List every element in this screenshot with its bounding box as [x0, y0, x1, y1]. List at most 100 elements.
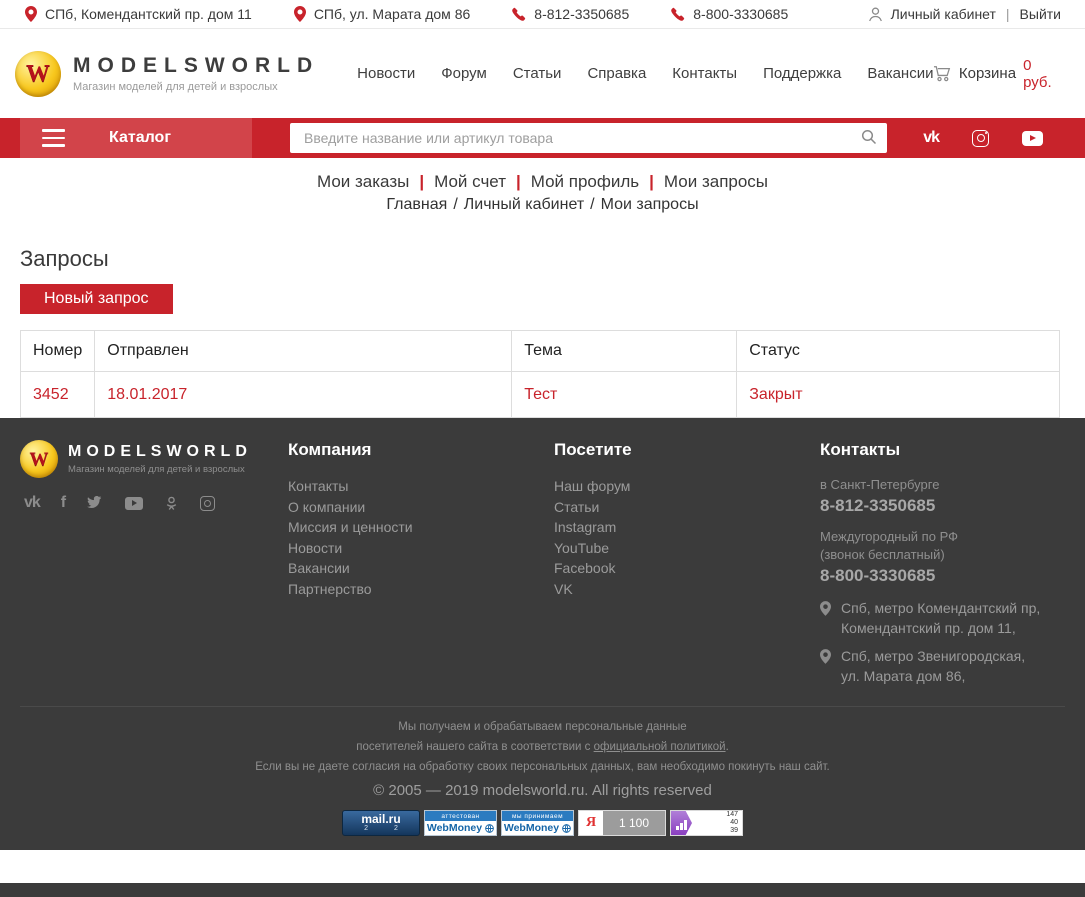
breadcrumb-account[interactable]: Личный кабинет [464, 196, 584, 213]
twitter-icon[interactable] [87, 496, 104, 510]
account-nav-balance[interactable]: Мой счет [434, 172, 506, 191]
cart-total: 0 руб. [1023, 57, 1063, 91]
nav-vacancies[interactable]: Вакансии [867, 65, 933, 82]
brand-name: MODELSWORLD [68, 443, 252, 461]
phone-text: 8-812-3350685 [534, 6, 629, 22]
privacy-text: посетителей нашего сайта в соответствии … [356, 741, 593, 753]
mailru-logo: mail.ru [361, 813, 400, 825]
footer-brand-column: W MODELSWORLD Магазин моделей для детей … [20, 440, 288, 686]
webmoney-attested-label: аттестован [425, 811, 496, 821]
logo-icon: W [15, 51, 61, 97]
mailru-rating-badge[interactable]: mail.ru 2 2 [342, 810, 420, 836]
column-heading: Компания [288, 440, 554, 460]
nav-forum[interactable]: Форум [441, 65, 487, 82]
logout-link[interactable]: Выйти [1020, 6, 1061, 22]
brand-tagline: Магазин моделей для детей и взрослых [73, 81, 319, 93]
footer-logo[interactable]: W MODELSWORLD Магазин моделей для детей … [20, 440, 288, 478]
footer-link-vacancies[interactable]: Вакансии [288, 560, 350, 576]
user-icon [868, 7, 883, 22]
footer-link-youtube[interactable]: YouTube [554, 540, 609, 556]
nav-contacts[interactable]: Контакты [672, 65, 737, 82]
footer-link-news[interactable]: Новости [288, 540, 342, 556]
table-header-row: Номер Отправлен Тема Статус [21, 331, 1060, 372]
search-input[interactable] [290, 123, 887, 153]
footer-link-vk[interactable]: VK [554, 581, 573, 597]
footer-link-contacts[interactable]: Контакты [288, 478, 348, 494]
catalog-bar: Каталог [0, 118, 1085, 158]
breadcrumb: Главная/Личный кабинет/Мои запросы [0, 196, 1085, 214]
brand-name: MODELSWORLD [73, 54, 319, 78]
webmoney-attested-badge[interactable]: аттестован WebMoney [424, 810, 497, 836]
column-header-status: Статус [737, 331, 1060, 372]
search-icon [861, 129, 877, 145]
yandex-counter: 1 100 [603, 811, 665, 835]
separator: | [419, 172, 424, 191]
store-address-2[interactable]: СПб, ул. Марата дом 86 [294, 6, 470, 22]
privacy-line-2: посетителей нашего сайта в соответствии … [20, 737, 1065, 757]
footer-company-column: Компания Контакты О компании Миссия и це… [288, 440, 554, 686]
nav-news[interactable]: Новости [357, 65, 415, 82]
facebook-icon[interactable] [61, 494, 66, 512]
logo[interactable]: W MODELSWORLD Магазин моделей для детей … [15, 51, 319, 97]
odnoklassniki-icon[interactable] [164, 496, 179, 511]
footer-address-2: Спб, метро Звенигородская, ул. Марата до… [820, 646, 1065, 686]
vk-icon[interactable] [923, 129, 939, 147]
vk-icon[interactable] [24, 494, 40, 512]
cart[interactable]: Корзина 0 руб. [933, 57, 1063, 91]
footer-link-instagram[interactable]: Instagram [554, 519, 616, 535]
footer-link-articles[interactable]: Статьи [554, 499, 599, 515]
phone-intl-label: Междугородный по РФ [820, 528, 1065, 546]
instagram-icon[interactable] [972, 130, 989, 147]
footer-phone-free: 8-800-3330685 [820, 566, 1065, 586]
youtube-icon[interactable] [125, 497, 143, 510]
footer-link-mission[interactable]: Миссия и ценности [288, 519, 413, 535]
hamburger-icon [42, 129, 65, 147]
address-line: Комендантский пр. дом 11, [841, 618, 1040, 638]
search-button[interactable] [857, 126, 881, 150]
separator: | [649, 172, 654, 191]
webmoney-accepted-label: мы принимаем [502, 811, 573, 821]
nav-help[interactable]: Справка [587, 65, 646, 82]
account-nav-requests[interactable]: Мои запросы [664, 172, 768, 191]
spacer [0, 850, 1085, 883]
request-number[interactable]: 3452 [21, 372, 95, 418]
yandex-metrika-badge[interactable]: Я 1 100 [578, 810, 666, 836]
liveinternet-count-2: 40 [730, 819, 738, 827]
account-nav-profile[interactable]: Мой профиль [531, 172, 639, 191]
address-line: Спб, метро Звенигородская, [841, 646, 1025, 666]
account-link[interactable]: Личный кабинет [891, 6, 996, 22]
page: СПб, Комендантский пр. дом 11 СПб, ул. М… [0, 0, 1085, 897]
webmoney-globe-icon [562, 824, 571, 833]
nav-articles[interactable]: Статьи [513, 65, 562, 82]
nav-support[interactable]: Поддержка [763, 65, 841, 82]
youtube-icon[interactable] [1022, 131, 1043, 146]
footer-link-forum[interactable]: Наш форум [554, 478, 630, 494]
address-line: Спб, метро Комендантский пр, [841, 598, 1040, 618]
instagram-icon[interactable] [200, 496, 215, 511]
phone-spb[interactable]: 8-812-3350685 [512, 6, 629, 22]
liveinternet-count-1: 147 [726, 811, 738, 819]
separator: / [590, 196, 594, 213]
account-nav-orders[interactable]: Мои заказы [317, 172, 409, 191]
privacy-text: . [726, 741, 729, 753]
store-address-1[interactable]: СПб, Комендантский пр. дом 11 [25, 6, 252, 22]
footer: W MODELSWORLD Магазин моделей для детей … [0, 418, 1085, 850]
liveinternet-badge[interactable]: 147 40 39 [670, 810, 743, 836]
footer-contacts-column: Контакты в Санкт-Петербурге 8-812-335068… [820, 440, 1065, 686]
privacy-policy-link[interactable]: официальной политикой [594, 741, 726, 753]
breadcrumb-home[interactable]: Главная [386, 196, 447, 213]
footer-link-partnership[interactable]: Партнерство [288, 581, 372, 597]
column-header-sent: Отправлен [95, 331, 512, 372]
liveinternet-count-3: 39 [730, 827, 738, 835]
yandex-logo: Я [579, 811, 603, 835]
separator: / [453, 196, 457, 213]
request-topic-link[interactable]: Тест [512, 372, 737, 418]
footer-link-facebook[interactable]: Facebook [554, 560, 615, 576]
search-bar [290, 123, 887, 153]
catalog-button[interactable]: Каталог [20, 118, 252, 158]
footer-link-about[interactable]: О компании [288, 499, 365, 515]
phone-free[interactable]: 8-800-3330685 [671, 6, 788, 22]
separator: | [516, 172, 521, 191]
webmoney-accepted-badge[interactable]: мы принимаем WebMoney [501, 810, 574, 836]
new-request-button[interactable]: Новый запрос [20, 284, 173, 314]
